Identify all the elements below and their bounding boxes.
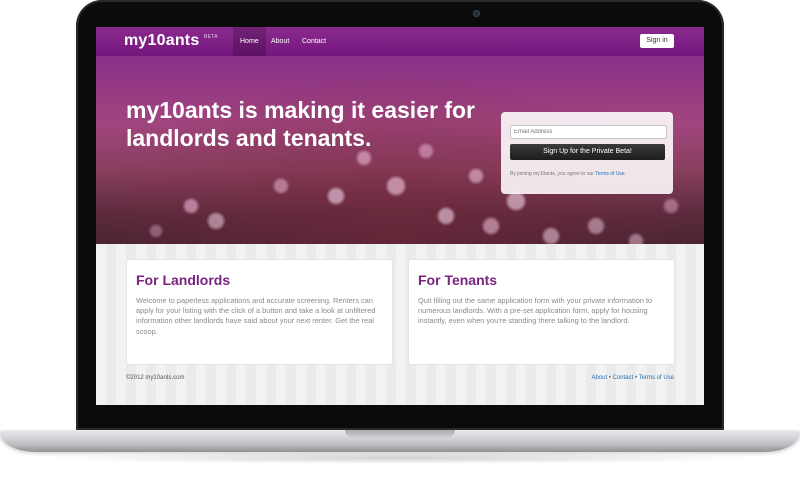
footer-link-contact[interactable]: Contact (613, 375, 634, 381)
footer-link-terms[interactable]: Terms of Use (639, 375, 674, 381)
footer-link-about[interactable]: About (591, 375, 607, 381)
hero-banner: my10ants is making it easier for landlor… (96, 56, 704, 244)
card-title: For Tenants (418, 272, 498, 288)
nav-item-contact[interactable]: Contact (295, 27, 333, 56)
laptop-shadow (40, 452, 760, 464)
footer-separator: • (608, 375, 611, 381)
tenants-card: For Tenants Quit filling out the same ap… (408, 259, 675, 365)
nav-item-home[interactable]: Home (233, 27, 266, 56)
laptop-notch (345, 430, 455, 438)
logo[interactable]: my10ants (124, 32, 199, 50)
copyright: ©2012 my10ants.com (126, 375, 185, 381)
footer-separator: • (634, 375, 638, 381)
footer-links: About • Contact • Terms of Use (591, 375, 674, 381)
laptop-screen: my10ants BETA Home About Contact Sign in… (96, 27, 704, 405)
email-field[interactable] (510, 125, 667, 139)
sign-in-button[interactable]: Sign in (640, 34, 674, 48)
card-title: For Landlords (136, 272, 231, 288)
terms-prefix: By joining my10ants, you agree to our (510, 171, 594, 177)
navbar: my10ants BETA Home About Contact Sign in (96, 27, 704, 57)
card-body: Welcome to paperless applications and ac… (136, 296, 376, 336)
beta-badge: BETA (204, 34, 218, 40)
content-section: For Landlords Welcome to paperless appli… (96, 244, 704, 405)
landlords-card: For Landlords Welcome to paperless appli… (126, 259, 393, 365)
terms-notice: By joining my10ants, you agree to our Te… (510, 171, 626, 177)
camera-icon (473, 10, 480, 17)
card-body: Quit filling out the same application fo… (418, 296, 653, 326)
terms-suffix: . (624, 171, 627, 177)
nav-item-about[interactable]: About (264, 27, 296, 56)
terms-of-use-link[interactable]: Terms of Use (595, 171, 624, 177)
hero-title: my10ants is making it easier for landlor… (126, 97, 475, 151)
signup-panel: Sign Up for the Private Beta! By joining… (501, 112, 673, 194)
signup-button[interactable]: Sign Up for the Private Beta! (510, 144, 665, 160)
